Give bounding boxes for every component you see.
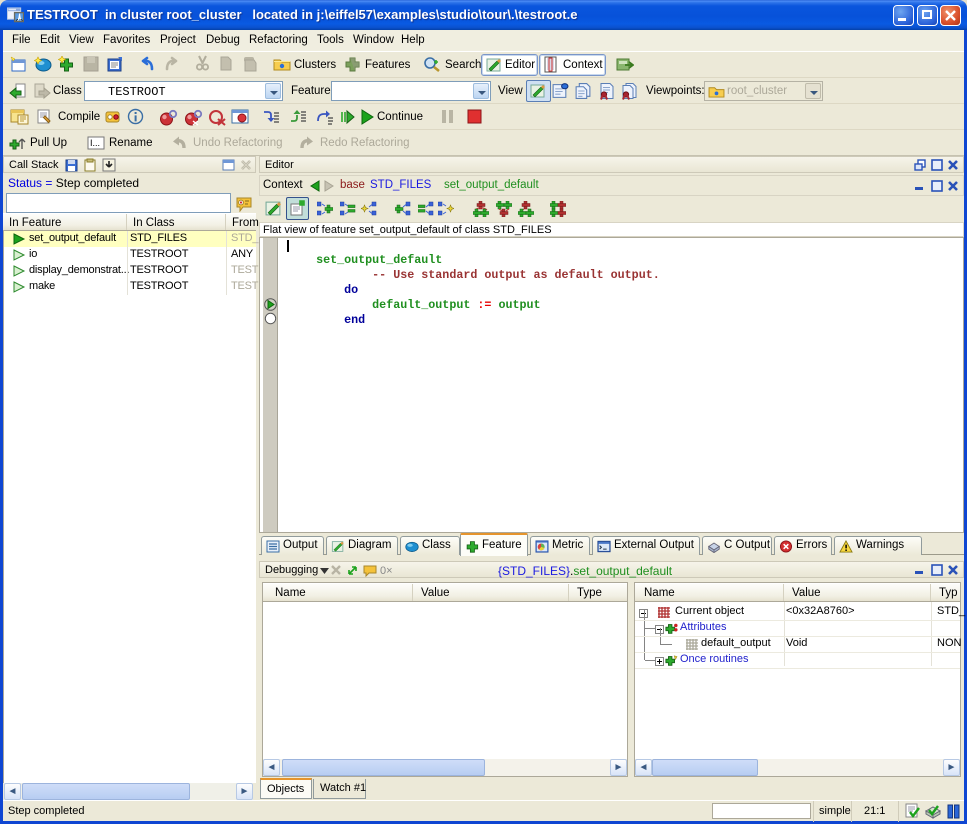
svg-text:I...: I... xyxy=(90,138,100,148)
